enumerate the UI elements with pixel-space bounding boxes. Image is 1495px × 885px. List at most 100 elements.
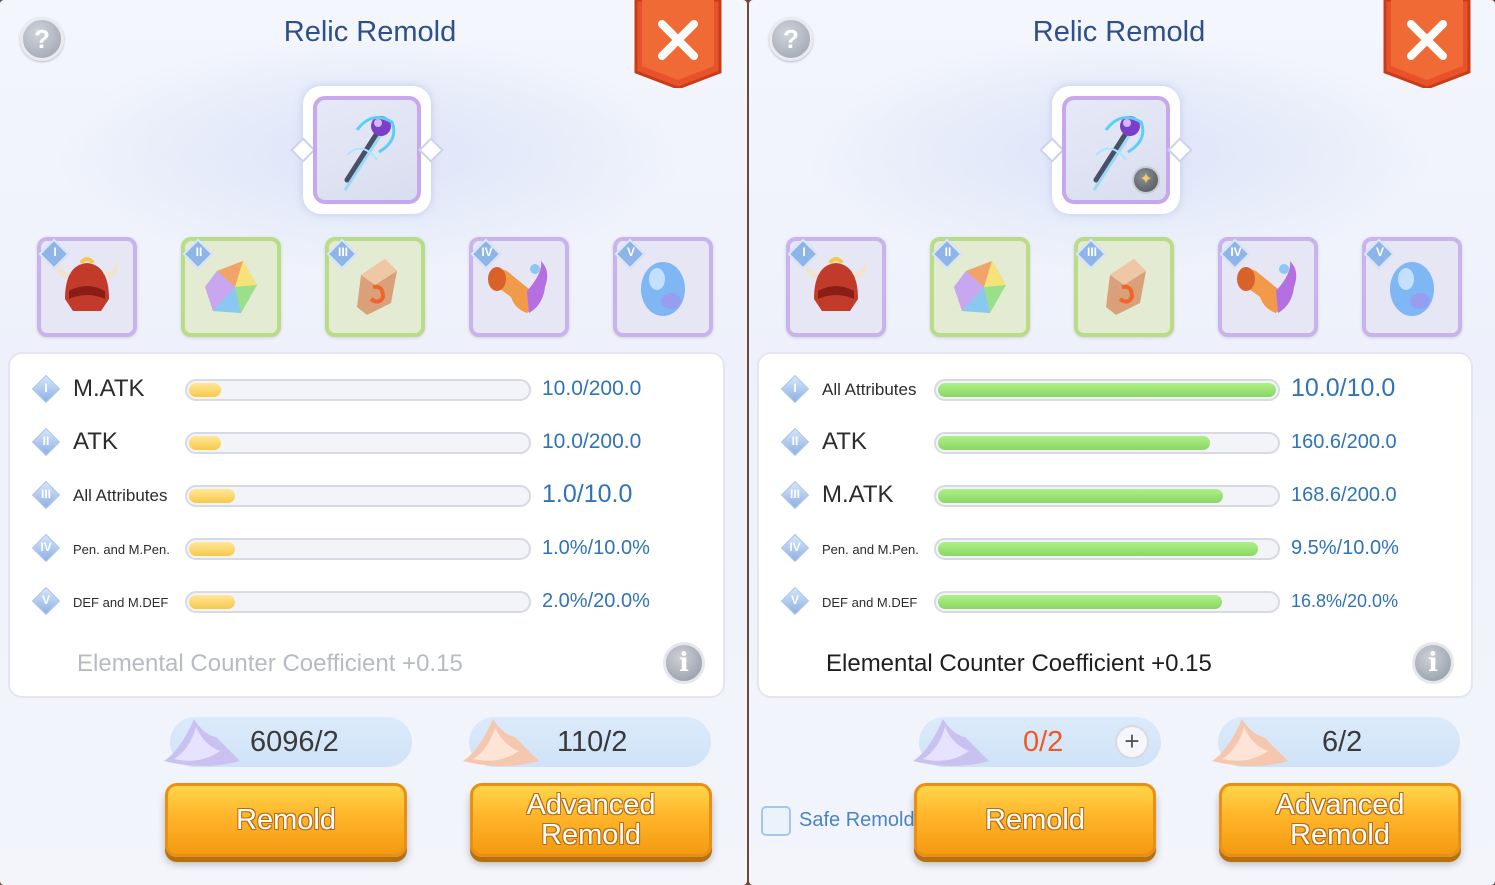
horned-helmet-icon (56, 257, 118, 311)
stat-bar-fill (938, 436, 1210, 450)
slot-3[interactable]: III (325, 237, 425, 337)
stat-rank: I (44, 381, 48, 395)
advanced-remold-button[interactable]: Advanced Remold (1219, 783, 1461, 857)
slot-5[interactable]: V (613, 237, 713, 337)
stat-value: 1.0%/10.0% (542, 537, 650, 559)
amber-stone-icon (357, 259, 397, 315)
stat-name: DEF and M.DEF (73, 595, 169, 610)
lavender-powder-icon (164, 719, 240, 766)
cost-basic-value: 6096/2 (250, 726, 339, 758)
slot-1[interactable]: I (37, 237, 137, 337)
stat-bar (934, 485, 1280, 507)
safe-remold-checkbox[interactable] (761, 806, 791, 836)
rainbow-crystal-icon (205, 261, 257, 313)
stat-row: I M.ATK 10.0/200.0 (10, 369, 723, 409)
slot-2[interactable]: II (181, 237, 281, 337)
stat-name: ATK (73, 428, 118, 455)
cost-advanced-value: 110/2 (557, 726, 628, 758)
horned-helmet-icon (805, 257, 867, 311)
sparkle-badge-icon: ✦ (1132, 166, 1160, 194)
stat-bar-fill (189, 542, 235, 556)
lavender-powder-icon (913, 719, 989, 766)
advanced-remold-label-line1: Advanced (526, 789, 656, 821)
slot-3[interactable]: III (1074, 237, 1174, 337)
slot-number: V (1375, 245, 1384, 259)
slot-number: IV (1230, 245, 1242, 259)
slot-number: IV (481, 245, 493, 259)
cost-basic-value: 0/2 (1023, 726, 1064, 758)
close-button[interactable] (1383, 0, 1471, 88)
stat-name: DEF and M.DEF (822, 595, 918, 610)
stat-rank: IV (789, 540, 801, 554)
stat-value: 2.0%/20.0% (542, 590, 650, 612)
stat-value: 10.0/10.0 (1291, 374, 1396, 402)
stat-bar (185, 432, 531, 454)
panel-title: Relic Remold (283, 16, 457, 48)
slot-4[interactable]: IV (469, 237, 569, 337)
stat-bar (185, 591, 531, 613)
relic-display[interactable] (303, 86, 431, 214)
remold-button[interactable]: Remold (165, 783, 407, 857)
stat-bar (934, 379, 1280, 401)
stat-bar-fill (189, 383, 221, 397)
stat-row: II ATK 160.6/200.0 (759, 422, 1471, 462)
slot-4[interactable]: IV (1218, 237, 1318, 337)
stat-row: IV Pen. and M.Pen. 1.0%/10.0% (10, 528, 723, 568)
staff-relic-icon (343, 116, 396, 191)
cost-advanced: 6/2 (1212, 717, 1460, 767)
slot-2[interactable]: II (930, 237, 1030, 337)
cost-advanced-value: 6/2 (1322, 726, 1363, 758)
stat-rank: II (791, 434, 799, 448)
close-button[interactable] (634, 0, 722, 88)
slot-number: III (337, 245, 348, 259)
stat-rank: III (40, 487, 51, 501)
close-x-icon (1383, 0, 1471, 88)
relic-slot: ✦ (1062, 96, 1170, 204)
stat-bar (185, 485, 531, 507)
stat-row: II ATK 10.0/200.0 (10, 422, 723, 462)
stat-bar (934, 432, 1280, 454)
stat-value: 168.6/200.0 (1291, 484, 1397, 506)
relic-display[interactable]: ✦ (1052, 86, 1180, 214)
advanced-remold-button[interactable]: Advanced Remold (470, 783, 712, 857)
amber-stone-icon (1106, 259, 1146, 315)
cost-advanced: 110/2 (463, 717, 711, 767)
cost-basic: 0/2 + (913, 717, 1161, 767)
blue-egg-icon (1390, 262, 1434, 316)
stat-rank: V (41, 593, 50, 607)
material-slots: I II III IV V (0, 237, 740, 337)
slot-number: I (802, 245, 806, 259)
stat-name: M.ATK (822, 481, 894, 508)
peach-powder-icon (1212, 719, 1288, 766)
peach-powder-icon (463, 719, 539, 766)
stat-rank: IV (40, 540, 52, 554)
advanced-remold-label-line1: Advanced (1275, 789, 1405, 821)
stat-rank: V (790, 593, 799, 607)
stat-rank: II (42, 434, 50, 448)
slot-5[interactable]: V (1362, 237, 1462, 337)
info-button[interactable]: i (1412, 642, 1454, 684)
stat-row: IV Pen. and M.Pen. 9.5%/10.0% (759, 528, 1471, 568)
stat-value: 160.6/200.0 (1291, 431, 1397, 453)
stat-bar-fill (189, 436, 221, 450)
relic-remold-panel-left: ? Relic Remold I II III IV V I M.ATK 10.… (0, 0, 747, 885)
slot-number: V (626, 245, 635, 259)
horn-trumpet-icon (488, 261, 548, 313)
slot-number: III (1086, 245, 1097, 259)
slot-1[interactable]: I (786, 237, 886, 337)
panel-title: Relic Remold (1032, 16, 1206, 48)
info-button[interactable]: i (663, 642, 705, 684)
stat-bar-fill (938, 595, 1222, 609)
stat-bar (185, 379, 531, 401)
stat-bar-fill (938, 489, 1223, 503)
safe-remold-label[interactable]: Safe Remold (799, 809, 915, 832)
slot-number: I (53, 245, 57, 259)
relic-remold-panel-right: ? Relic Remold ✦ I II III IV V I All Att… (749, 0, 1495, 885)
stat-row: V DEF and M.DEF 2.0%/20.0% (10, 581, 723, 621)
stat-bar-fill (189, 489, 235, 503)
stat-value: 16.8%/20.0% (1291, 591, 1399, 611)
slot-number: II (195, 245, 203, 259)
cost-basic: 6096/2 (164, 717, 412, 767)
add-material-button[interactable]: + (1115, 725, 1149, 759)
remold-button[interactable]: Remold (914, 783, 1156, 857)
